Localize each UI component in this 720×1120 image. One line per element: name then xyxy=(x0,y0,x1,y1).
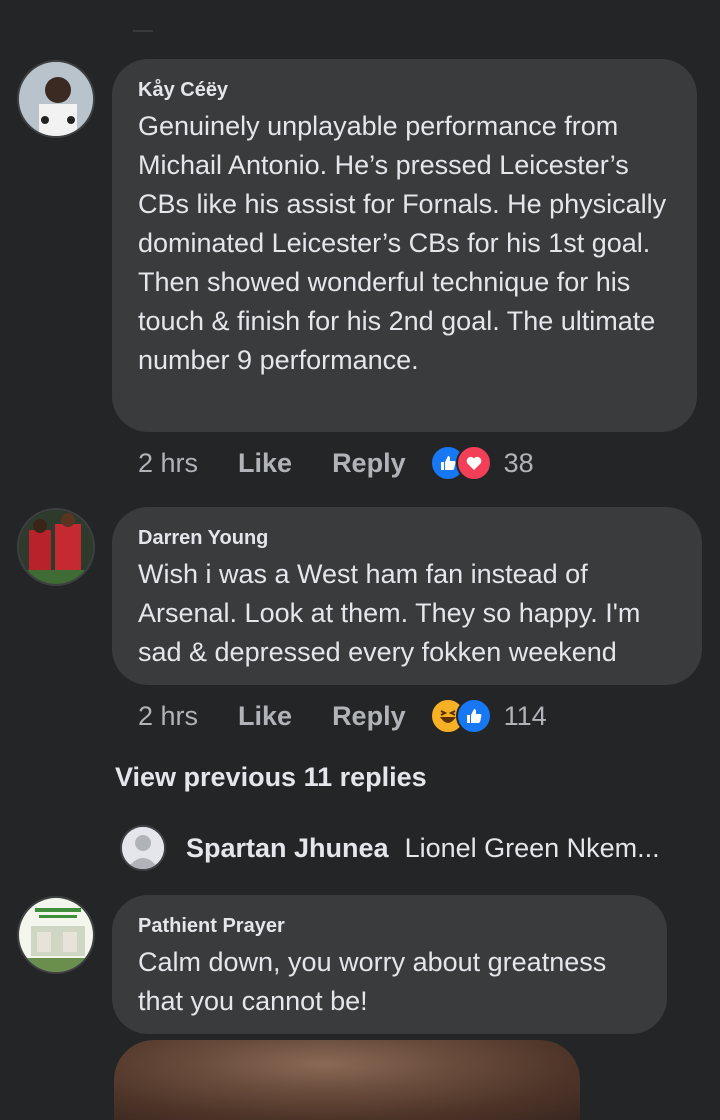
comment-timestamp[interactable]: 2 hrs xyxy=(138,701,198,732)
comment-author[interactable]: Pathient Prayer xyxy=(138,915,641,937)
reply-button[interactable]: Reply xyxy=(332,448,406,479)
comment-text: Calm down, you worry about greatness tha… xyxy=(138,947,607,1016)
comment-timestamp[interactable]: 2 hrs xyxy=(138,448,198,479)
default-avatar-icon xyxy=(120,825,166,871)
comment-bubble: Pathient Prayer Calm down, you worry abo… xyxy=(112,895,667,1034)
reply-preview-row[interactable]: Spartan Jhunea Lionel Green Nkem... xyxy=(120,823,710,873)
like-button[interactable]: Like xyxy=(238,701,292,732)
reaction-summary[interactable]: 114 xyxy=(429,698,547,734)
thread-connector xyxy=(133,30,153,32)
avatar[interactable] xyxy=(17,60,95,138)
love-icon xyxy=(455,445,492,481)
reply-author[interactable]: Spartan Jhunea xyxy=(186,833,389,864)
comment-text: Genuinely unplayable performance from Mi… xyxy=(138,111,667,375)
profile-photo xyxy=(19,510,93,584)
reply-text-preview: Lionel Green Nkem... xyxy=(404,832,660,863)
comment-actions: 2 hrs Like Reply 114 xyxy=(138,698,547,734)
comment-actions: 2 hrs Like Reply 38 xyxy=(138,445,534,481)
reaction-count: 38 xyxy=(503,447,534,478)
reaction-count: 114 xyxy=(503,700,547,731)
comment-author[interactable]: Kåy Céëy xyxy=(138,79,671,101)
comment-text: Wish i was a West ham fan instead of Ars… xyxy=(138,559,641,667)
reaction-summary[interactable]: 38 xyxy=(429,445,534,481)
profile-photo xyxy=(19,898,93,972)
avatar[interactable] xyxy=(17,508,95,586)
profile-photo xyxy=(19,62,93,136)
avatar[interactable] xyxy=(17,896,95,974)
comment-author[interactable]: Darren Young xyxy=(138,527,676,549)
like-button[interactable]: Like xyxy=(238,448,292,479)
like-icon xyxy=(455,698,492,734)
comment-bubble: Kåy Céëy Genuinely unplayable performanc… xyxy=(112,59,697,432)
attached-image[interactable] xyxy=(114,1040,580,1120)
reply-button[interactable]: Reply xyxy=(332,701,406,732)
view-previous-replies-link[interactable]: View previous 11 replies xyxy=(115,762,427,793)
comment-bubble: Darren Young Wish i was a West ham fan i… xyxy=(112,507,702,685)
